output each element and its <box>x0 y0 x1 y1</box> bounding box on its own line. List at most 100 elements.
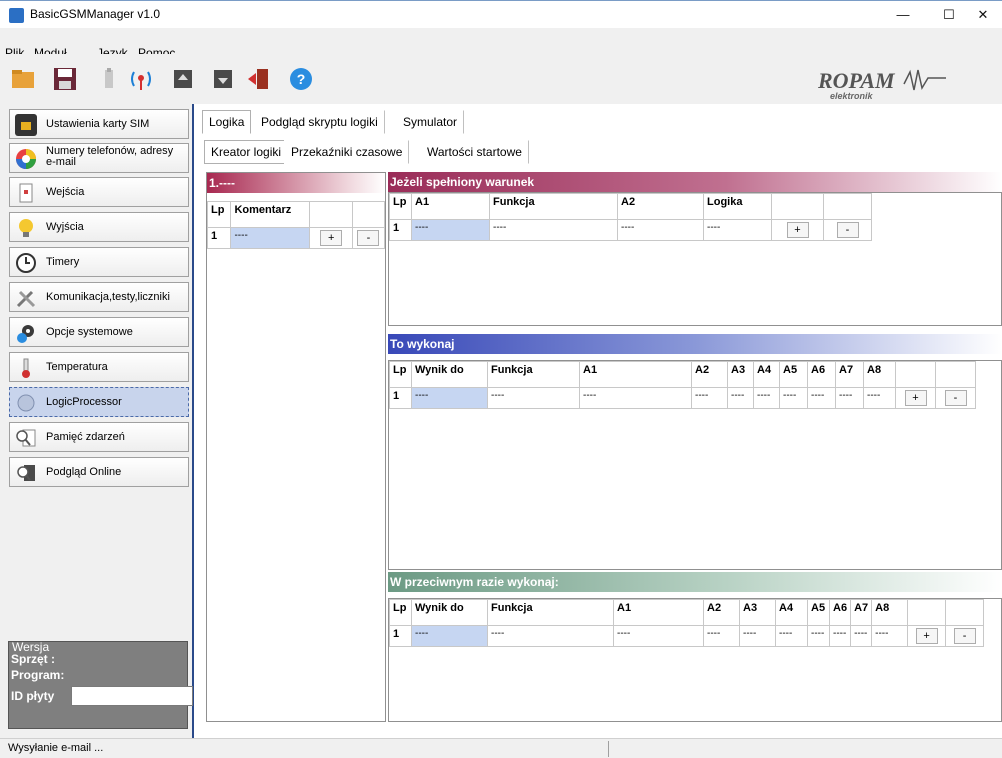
svg-text:ROPAM: ROPAM <box>817 68 896 93</box>
table-row[interactable]: 1 ---- ---- ---- ---- ---- ---- ---- ---… <box>389 387 976 409</box>
chip-download-icon[interactable] <box>210 66 236 92</box>
tab-timed-relays[interactable]: Przekaźniki czasowe <box>284 140 410 164</box>
remove-button[interactable]: - <box>944 390 967 406</box>
row-a6[interactable]: ---- <box>807 387 836 409</box>
row-a1[interactable]: ---- <box>613 625 704 647</box>
row-logika[interactable]: ---- <box>703 219 772 241</box>
sidebar-item-label: Pamięć zdarzeń <box>46 431 125 443</box>
board-id-field[interactable] <box>71 686 193 706</box>
row-a1[interactable]: ---- <box>411 219 490 241</box>
row-a8[interactable]: ---- <box>863 387 896 409</box>
event-log-icon <box>15 427 37 449</box>
sidebar-item-inputs[interactable]: Wejścia <box>9 177 189 207</box>
row-a3[interactable]: ---- <box>739 625 776 647</box>
else-panel: Lp Wynik do Funkcja A1 A2 A3 A4 A5 A6 A7… <box>388 598 1002 722</box>
sidebar-item-logicprocessor[interactable]: LogicProcessor <box>9 387 189 417</box>
col-a7: A7 <box>835 361 864 388</box>
save-icon[interactable] <box>52 66 78 92</box>
sidebar-item-system-options[interactable]: Opcje systemowe <box>9 317 189 347</box>
logic-icon <box>15 392 37 414</box>
svg-text:elektronik: elektronik <box>830 91 874 101</box>
row-a2[interactable]: ---- <box>617 219 704 241</box>
col-a4: A4 <box>753 361 780 388</box>
add-button[interactable]: + <box>320 230 343 246</box>
sidebar-item-numbers[interactable]: Numery telefonów, adresy e-mail <box>9 143 189 173</box>
add-button[interactable]: + <box>915 628 938 644</box>
menu-bar: Plik Moduł Język Pomoc <box>0 28 1002 60</box>
col-wynik: Wynik do <box>411 599 488 626</box>
tab-simulator[interactable]: Symulator <box>396 110 465 134</box>
row-lp: 1 <box>389 219 412 241</box>
sidebar-item-sim[interactable]: Ustawienia karty SIM <box>9 109 189 139</box>
col-lp: Lp <box>206 201 232 228</box>
row-comment[interactable]: ---- <box>230 227 311 249</box>
tab-logika[interactable]: Logika <box>202 110 252 134</box>
exit-icon[interactable] <box>246 66 272 92</box>
row-a3[interactable]: ---- <box>727 387 754 409</box>
sidebar-item-label: Wyjścia <box>46 221 84 233</box>
row-a7[interactable]: ---- <box>850 625 873 647</box>
col-funkcja: Funkcja <box>489 193 618 220</box>
row-funkcja[interactable]: ---- <box>487 625 614 647</box>
table-row[interactable]: 1 ---- ---- ---- ---- + - <box>389 219 872 241</box>
col-a1: A1 <box>579 361 692 388</box>
row-a4[interactable]: ---- <box>775 625 808 647</box>
col-wynik: Wynik do <box>411 361 488 388</box>
add-button[interactable]: + <box>904 390 927 406</box>
row-wynik[interactable]: ---- <box>411 387 488 409</box>
col-a1: A1 <box>411 193 490 220</box>
sidebar-item-event-log[interactable]: Pamięć zdarzeń <box>9 422 189 452</box>
row-funkcja[interactable]: ---- <box>487 387 580 409</box>
row-funkcja[interactable]: ---- <box>489 219 618 241</box>
else-header: W przeciwnym razie wykonaj: <box>388 572 1002 592</box>
close-button[interactable]: ✕ <box>960 3 1002 27</box>
table-row[interactable]: 1 ---- ---- ---- ---- ---- ---- ---- ---… <box>389 625 985 647</box>
online-view-icon <box>15 462 37 484</box>
remove-button[interactable]: - <box>836 222 859 238</box>
row-a5[interactable]: ---- <box>779 387 808 409</box>
usb-icon[interactable] <box>96 66 122 92</box>
tools-icon <box>15 287 37 309</box>
remove-button[interactable]: - <box>357 230 380 246</box>
ropam-logo: ROPAM elektronik <box>816 66 956 106</box>
row-lp: 1 <box>206 227 232 249</box>
sidebar-item-online-view[interactable]: Podgląd Online <box>9 457 189 487</box>
col-a6: A6 <box>828 599 852 626</box>
row-a5[interactable]: ---- <box>807 625 830 647</box>
sidebar-item-outputs[interactable]: Wyjścia <box>9 212 189 242</box>
svg-text:?: ? <box>297 71 306 87</box>
row-a7[interactable]: ---- <box>835 387 864 409</box>
hardware-label: Sprzęt : <box>11 652 56 666</box>
tab-logic-wizard[interactable]: Kreator logiki <box>204 140 289 164</box>
then-table: Lp Wynik do Funkcja A1 A2 A3 A4 A5 A6 A7… <box>389 361 976 409</box>
sidebar-item-temperature[interactable]: Temperatura <box>9 352 189 382</box>
sidebar-item-label: Temperatura <box>46 361 108 373</box>
minimize-button[interactable]: — <box>880 3 926 27</box>
sidebar-item-label: Opcje systemowe <box>46 326 133 338</box>
row-a4[interactable]: ---- <box>753 387 780 409</box>
add-button[interactable]: + <box>786 222 809 238</box>
row-a2[interactable]: ---- <box>691 387 728 409</box>
row-a2[interactable]: ---- <box>703 625 740 647</box>
program-label: Program: <box>11 668 65 682</box>
tab-script-preview[interactable]: Podgląd skryptu logiki <box>254 110 385 134</box>
sidebar-item-label: Podgląd Online <box>46 466 122 478</box>
help-icon[interactable]: ? <box>288 66 314 92</box>
row-wynik[interactable]: ---- <box>411 625 488 647</box>
sidebar-item-communication[interactable]: Komunikacja,testy,liczniki <box>9 282 189 312</box>
col-a8: A8 <box>863 361 896 388</box>
row-a8[interactable]: ---- <box>871 625 909 647</box>
remove-button[interactable]: - <box>953 628 976 644</box>
sim-card-icon <box>15 114 37 136</box>
gears-icon <box>15 322 37 344</box>
row-a1[interactable]: ---- <box>579 387 692 409</box>
antenna-icon[interactable] <box>128 66 154 92</box>
row-a6[interactable]: ---- <box>828 625 852 647</box>
input-icon <box>15 182 37 204</box>
tab-start-values[interactable]: Wartości startowe <box>420 140 529 164</box>
chip-upload-icon[interactable] <box>170 66 196 92</box>
col-lp: Lp <box>389 193 412 220</box>
sidebar-item-timers[interactable]: Timery <box>9 247 189 277</box>
table-row[interactable]: 1 ---- + - <box>206 227 386 249</box>
folder-open-icon[interactable] <box>10 66 36 92</box>
